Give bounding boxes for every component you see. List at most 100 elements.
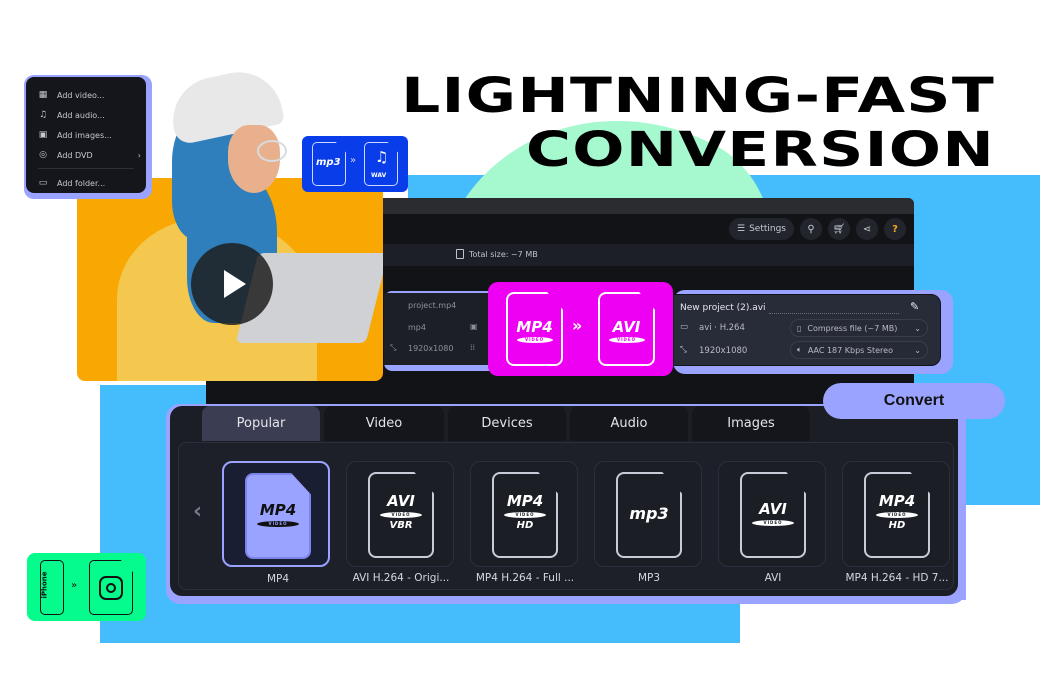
cart-button[interactable]: 🛒︎ — [828, 218, 850, 240]
source-file-details: project.mp4 mp4 ▣ ⤡ 1920x1080 ⁞⁞ — [384, 293, 504, 365]
output-file-details: New project (2).avi ✎ ▭ avi · H.264 ⤡ 19… — [673, 294, 941, 366]
double-chevron-icon: » — [71, 580, 78, 591]
audio-dropdown[interactable]: 🔈︎ AAC 187 Kbps Stereo ⌄ — [790, 341, 928, 359]
add-menu-frame: ▦ Add video... ♫ Add audio... ▣ Add imag… — [24, 75, 152, 199]
tile-format-sub: HD — [888, 520, 906, 531]
music-note-icon: ♫ — [375, 148, 389, 166]
iphone-to-instagram-badge: iPhone » — [27, 553, 146, 621]
total-size: Total size: ~7 MB — [456, 249, 538, 259]
tab-video[interactable]: Video — [324, 406, 444, 441]
tile-format-title: AVI — [759, 500, 787, 518]
menu-item-label: Add audio... — [57, 110, 105, 120]
chevron-right-icon: › — [137, 150, 141, 160]
tab-label: Devices — [481, 416, 533, 431]
format-tile-mp4-hd[interactable]: MP4 VIDEO HD MP4 H.264 - Full ... — [470, 461, 578, 584]
mp4-file-icon: MP4 VIDEO HD — [864, 472, 930, 558]
format-panel: Popular Video Devices Audio Images ‹ MP4… — [170, 406, 958, 596]
menu-item-add-folder[interactable]: ▭ Add folder... — [38, 173, 146, 193]
tile-video-band: VIDEO — [876, 512, 918, 518]
format-tile-mp4[interactable]: MP4 VIDEO MP4 — [222, 461, 330, 585]
tile-label: MP4 H.264 - HD 7... — [845, 572, 949, 584]
speaker-icon: 🔈︎ — [797, 345, 802, 354]
compress-dropdown[interactable]: ▯ Compress file (~7 MB) ⌄ — [790, 319, 928, 337]
tile-video-band: VIDEO — [504, 512, 546, 518]
tab-popular[interactable]: Popular — [202, 406, 320, 441]
menu-item-add-dvd[interactable]: ◎ Add DVD › — [38, 145, 146, 165]
badge-from: iPhone — [40, 571, 49, 599]
background-white-margin — [0, 385, 100, 700]
folder-icon: ▭ — [38, 178, 48, 188]
play-button[interactable] — [191, 243, 273, 325]
person-glasses — [257, 140, 287, 162]
audio-value: AAC 187 Kbps Stereo — [807, 345, 893, 355]
total-size-text: Total size: ~7 MB — [469, 249, 538, 259]
cart-icon: 🛒︎ — [832, 223, 846, 235]
menu-item-add-images[interactable]: ▣ Add images... — [38, 125, 146, 145]
play-icon — [224, 270, 246, 298]
share-icon: ⋖ — [862, 223, 872, 235]
dvd-icon: ◎ — [39, 150, 47, 160]
menu-item-add-audio[interactable]: ♫ Add audio... — [38, 105, 146, 125]
double-chevron-icon: » — [350, 155, 357, 166]
format-tile-avi[interactable]: AVI VIDEO AVI — [718, 461, 826, 584]
output-file-row: New project (2).avi ✎ ▭ avi · H.264 ⤡ 19… — [673, 290, 953, 374]
tile-format-title: MP4 — [878, 492, 916, 510]
menu-item-label: Add DVD — [57, 150, 93, 160]
badge-from: mp3 — [316, 157, 341, 168]
video-band: VIDEO — [516, 337, 553, 343]
video-band: VIDEO — [608, 337, 645, 343]
headline: LIGHTNING-FAST CONVERSION — [401, 72, 995, 174]
tab-images[interactable]: Images — [692, 406, 810, 441]
resize-icon: ⤡ — [680, 345, 687, 355]
tile-label: AVI H.264 - Origi... — [352, 572, 450, 584]
help-button[interactable]: ? — [884, 218, 906, 240]
sliders-icon: ☰ — [737, 224, 746, 234]
compress-icon: ▯ — [797, 323, 802, 333]
source-file-resolution: 1920x1080 — [408, 344, 454, 353]
resize-icon: ⤡ — [390, 343, 397, 352]
tab-devices[interactable]: Devices — [448, 406, 566, 441]
format-tile-avi-vbr[interactable]: AVI VIDEO VBR AVI H.264 - Origi... — [346, 461, 454, 584]
name-underline — [769, 313, 899, 314]
iphone-icon: iPhone — [40, 560, 64, 615]
tile-format-title: mp3 — [629, 504, 669, 523]
tile-format-title: AVI — [387, 492, 415, 510]
wav-file-icon: ♫ WAV — [364, 142, 398, 186]
badge-to: WAV — [371, 172, 387, 179]
add-menu: ▦ Add video... ♫ Add audio... ▣ Add imag… — [26, 77, 146, 193]
codec-icon: ▭ — [680, 322, 689, 332]
to-format: AVI — [612, 318, 641, 336]
search-button[interactable]: ⚲ — [800, 218, 822, 240]
tile-video-band: VIDEO — [257, 521, 299, 527]
convert-button[interactable]: Convert — [823, 383, 1005, 419]
settings-label: Settings — [749, 224, 786, 234]
instagram-lens — [106, 583, 116, 593]
format-tile-mp3[interactable]: mp3 MP3 — [594, 461, 702, 584]
menu-item-label: Add video... — [57, 90, 105, 100]
output-resolution: 1920x1080 — [699, 346, 748, 356]
mp3-to-wav-badge: mp3 » ♫ WAV — [302, 136, 408, 192]
settings-button[interactable]: ☰ Settings — [729, 218, 794, 240]
output-format: avi · H.264 — [699, 323, 745, 333]
source-file-row[interactable]: project.mp4 mp4 ▣ ⤡ 1920x1080 ⁞⁞ — [384, 291, 504, 371]
menu-item-label: Add images... — [57, 130, 112, 140]
output-file-name[interactable]: New project (2).avi — [680, 303, 766, 313]
headline-line-1: LIGHTNING-FAST — [401, 68, 995, 124]
share-button[interactable]: ⋖ — [856, 218, 878, 240]
tab-label: Images — [727, 416, 775, 431]
conversion-badge: MP4 VIDEO » AVI VIDEO — [488, 282, 673, 376]
chevron-left-icon[interactable]: ‹ — [193, 499, 202, 524]
tab-audio[interactable]: Audio — [570, 406, 688, 441]
tab-label: Popular — [236, 416, 286, 431]
avi-file-icon: AVI VIDEO VBR — [368, 472, 434, 558]
crop-icon[interactable]: ⁞⁞ — [470, 343, 475, 352]
tab-label: Audio — [610, 416, 648, 431]
menu-item-add-video[interactable]: ▦ Add video... — [38, 85, 146, 105]
format-tile-mp4-hd720[interactable]: MP4 VIDEO HD MP4 H.264 - HD 7... — [842, 461, 950, 584]
file-icon — [456, 249, 464, 259]
from-format: MP4 — [516, 318, 553, 336]
music-note-icon: ♫ — [38, 110, 48, 120]
mp3-file-icon: mp3 — [616, 472, 682, 558]
edit-pencil-icon[interactable]: ✎ — [910, 300, 919, 313]
save-icon[interactable]: ▣ — [470, 322, 478, 331]
